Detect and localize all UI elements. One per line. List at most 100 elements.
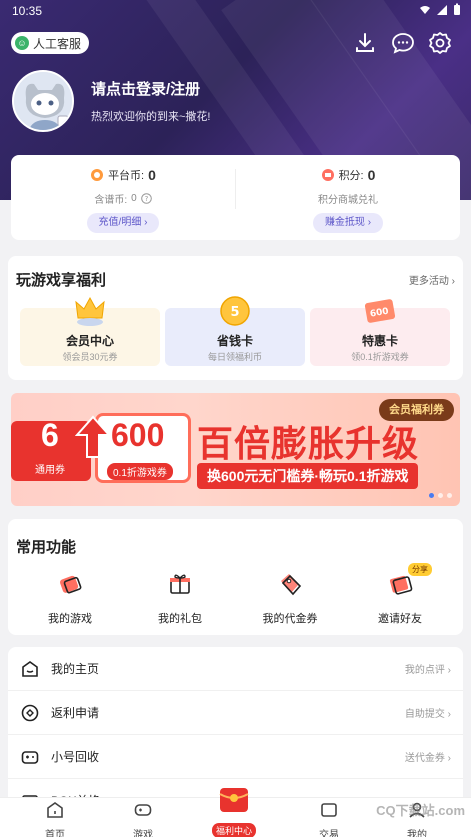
rebate-icon <box>21 704 39 722</box>
welfare-section: 玩游戏享福利 更多活动 › 会员中心 领会员30元券 5 省钱卡 每日领福利币 … <box>8 256 463 380</box>
banner-dot <box>438 493 443 498</box>
signal-icon <box>437 4 447 15</box>
send-voucher-link[interactable]: 送代金券 › <box>405 749 451 764</box>
help-icon[interactable]: ? <box>140 192 152 204</box>
discount-card-title: 特惠卡 <box>361 334 398 348</box>
red-envelope-icon <box>219 788 249 812</box>
coupon-tag-icon <box>281 574 302 596</box>
platform-coin-icon <box>91 169 104 181</box>
discount-card-sub: 领0.1折游戏券 <box>351 352 409 362</box>
tab-games[interactable]: 游戏 <box>96 800 190 837</box>
saving-card-title: 省钱卡 <box>216 334 253 348</box>
invite-friends-label: 邀请好友 <box>378 613 422 625</box>
home-icon <box>47 802 63 818</box>
list-item-my-homepage[interactable]: 我的主页 我的点评 › <box>8 647 463 691</box>
welcome-text: 热烈欢迎你的到来~撒花! <box>91 111 211 123</box>
banner-right-number: 600 <box>111 417 165 453</box>
tab-welfare-center[interactable]: 福利中心 <box>208 782 260 837</box>
reserve-coin-value: 0 <box>131 192 137 204</box>
svg-text:?: ? <box>144 195 148 203</box>
status-icons <box>419 3 461 16</box>
welfare-item-saving-card[interactable]: 5 省钱卡 每日领福利币 <box>165 296 305 366</box>
earn-gold-button[interactable]: 赚金抵现 › <box>312 213 384 233</box>
settings-icon[interactable] <box>427 30 453 56</box>
banner-dot-active <box>429 493 434 498</box>
points-mall-text: 积分商城兑礼 <box>318 194 378 206</box>
welfare-item-discount-card[interactable]: 600 特惠卡 领0.1折游戏券 <box>310 299 450 366</box>
my-coupons-label: 我的代金券 <box>262 613 318 625</box>
tab-trade-label: 交易 <box>319 830 339 837</box>
my-reviews-label: 我的点评 <box>404 665 445 676</box>
member-center-sub: 领会员30元券 <box>62 352 118 362</box>
my-coupons-button[interactable]: 我的代金券 <box>240 571 340 626</box>
homepage-icon <box>22 661 38 677</box>
earn-gold-label: 赚金抵现 <box>324 217 365 228</box>
banner-right-tag: 0.1折游戏券 <box>107 463 173 480</box>
rebate-label: 返利申请 <box>51 706 100 720</box>
points-section: 积分: 0 积分商城兑礼 赚金抵现 › <box>236 165 460 233</box>
coin-card: 平台币: 0 含谱币: 0 ? 充值/明细 › 积分: 0 积分商城兑礼 赚金抵… <box>11 155 460 240</box>
banner-left-number: 6 <box>41 417 59 453</box>
tab-welfare-center-label: 福利中心 <box>211 823 256 837</box>
message-icon[interactable] <box>390 30 416 56</box>
invite-friends-button[interactable]: 分享 邀请好友 <box>350 563 450 626</box>
trade-icon <box>321 803 337 817</box>
my-reviews-link[interactable]: 我的点评 › <box>405 661 451 676</box>
status-time: 10:35 <box>12 4 43 18</box>
envelope-icon <box>389 575 413 595</box>
download-icon[interactable] <box>352 30 378 56</box>
banner-subline: 换600元无门槛券·畅玩0.1折游戏 <box>197 463 419 489</box>
gamepad-icon <box>21 751 39 764</box>
common-functions-section: 常用功能 我的游戏 我的礼包 我的代金券 分享 邀请好友 <box>8 519 463 635</box>
tab-trade[interactable]: 交易 <box>282 800 376 837</box>
my-gifts-label: 我的礼包 <box>158 613 202 625</box>
member-center-title: 会员中心 <box>65 334 114 348</box>
tab-home[interactable]: 首页 <box>8 800 102 837</box>
gift-icon <box>170 574 190 594</box>
functions-title: 常用功能 <box>16 539 77 556</box>
send-voucher-label: 送代金券 <box>404 753 445 764</box>
reserve-coin-label: 含谱币: <box>94 194 128 206</box>
welfare-item-member-center[interactable]: 会员中心 领会员30元券 <box>20 296 160 366</box>
my-games-button[interactable]: 我的游戏 <box>20 571 120 626</box>
points-icon <box>321 169 334 181</box>
share-tag: 分享 <box>408 563 432 576</box>
my-homepage-label: 我的主页 <box>51 662 100 676</box>
ticket-600-icon: 600 <box>364 299 396 323</box>
self-submit-link[interactable]: 自助提交 › <box>405 705 451 720</box>
status-bar: 10:35 <box>0 0 471 22</box>
platform-coin-label: 平台币: <box>108 170 145 182</box>
gamepad-tab-icon <box>134 804 152 816</box>
up-arrow-icon <box>75 415 111 458</box>
banner-headline: 百倍膨胀升级 <box>197 423 420 464</box>
wifi-icon <box>420 5 430 14</box>
promo-banner[interactable]: 会员福利券 6 通用券 600 0.1折游戏券 百倍膨胀升级 换600元无门槛券… <box>11 393 460 506</box>
avatar[interactable] <box>12 70 74 132</box>
account-recycle-label: 小号回收 <box>51 750 100 764</box>
my-games-label: 我的游戏 <box>48 613 92 625</box>
banner-dot <box>447 493 452 498</box>
self-submit-label: 自助提交 <box>404 709 445 720</box>
customer-service-button[interactable]: ☺ 人工客服 <box>11 32 90 54</box>
tab-mine-label: 我的 <box>407 830 427 837</box>
platform-coin-section: 平台币: 0 含谱币: 0 ? 充值/明细 › <box>11 165 235 233</box>
tab-games-label: 游戏 <box>133 830 153 837</box>
game-card-icon <box>59 575 82 594</box>
my-gifts-button[interactable]: 我的礼包 <box>130 571 230 626</box>
watermark: CQ下载站.com <box>376 803 465 818</box>
tab-home-label: 首页 <box>45 830 65 837</box>
list-item-rebate[interactable]: 返利申请 自助提交 › <box>8 691 463 735</box>
customer-service-label: 人工客服 <box>33 36 82 51</box>
saving-card-sub: 每日领福利币 <box>207 352 262 362</box>
coin-5-text: 5 <box>230 305 239 320</box>
welfare-title: 玩游戏享福利 <box>16 272 107 289</box>
service-agent-icon: ☺ <box>15 36 29 50</box>
login-register-link[interactable]: 请点击登录/注册 <box>91 78 200 99</box>
points-label: 积分: <box>338 170 364 182</box>
banner-left-tag: 通用券 <box>35 465 65 476</box>
recharge-button[interactable]: 充值/明细 › <box>86 213 160 233</box>
platform-coin-value: 0 <box>148 167 156 183</box>
recharge-button-label: 充值/明细 <box>98 217 142 228</box>
list-item-account-recycle[interactable]: 小号回收 送代金券 › <box>8 735 463 779</box>
more-activities-link[interactable]: 更多活动 › <box>409 272 455 287</box>
